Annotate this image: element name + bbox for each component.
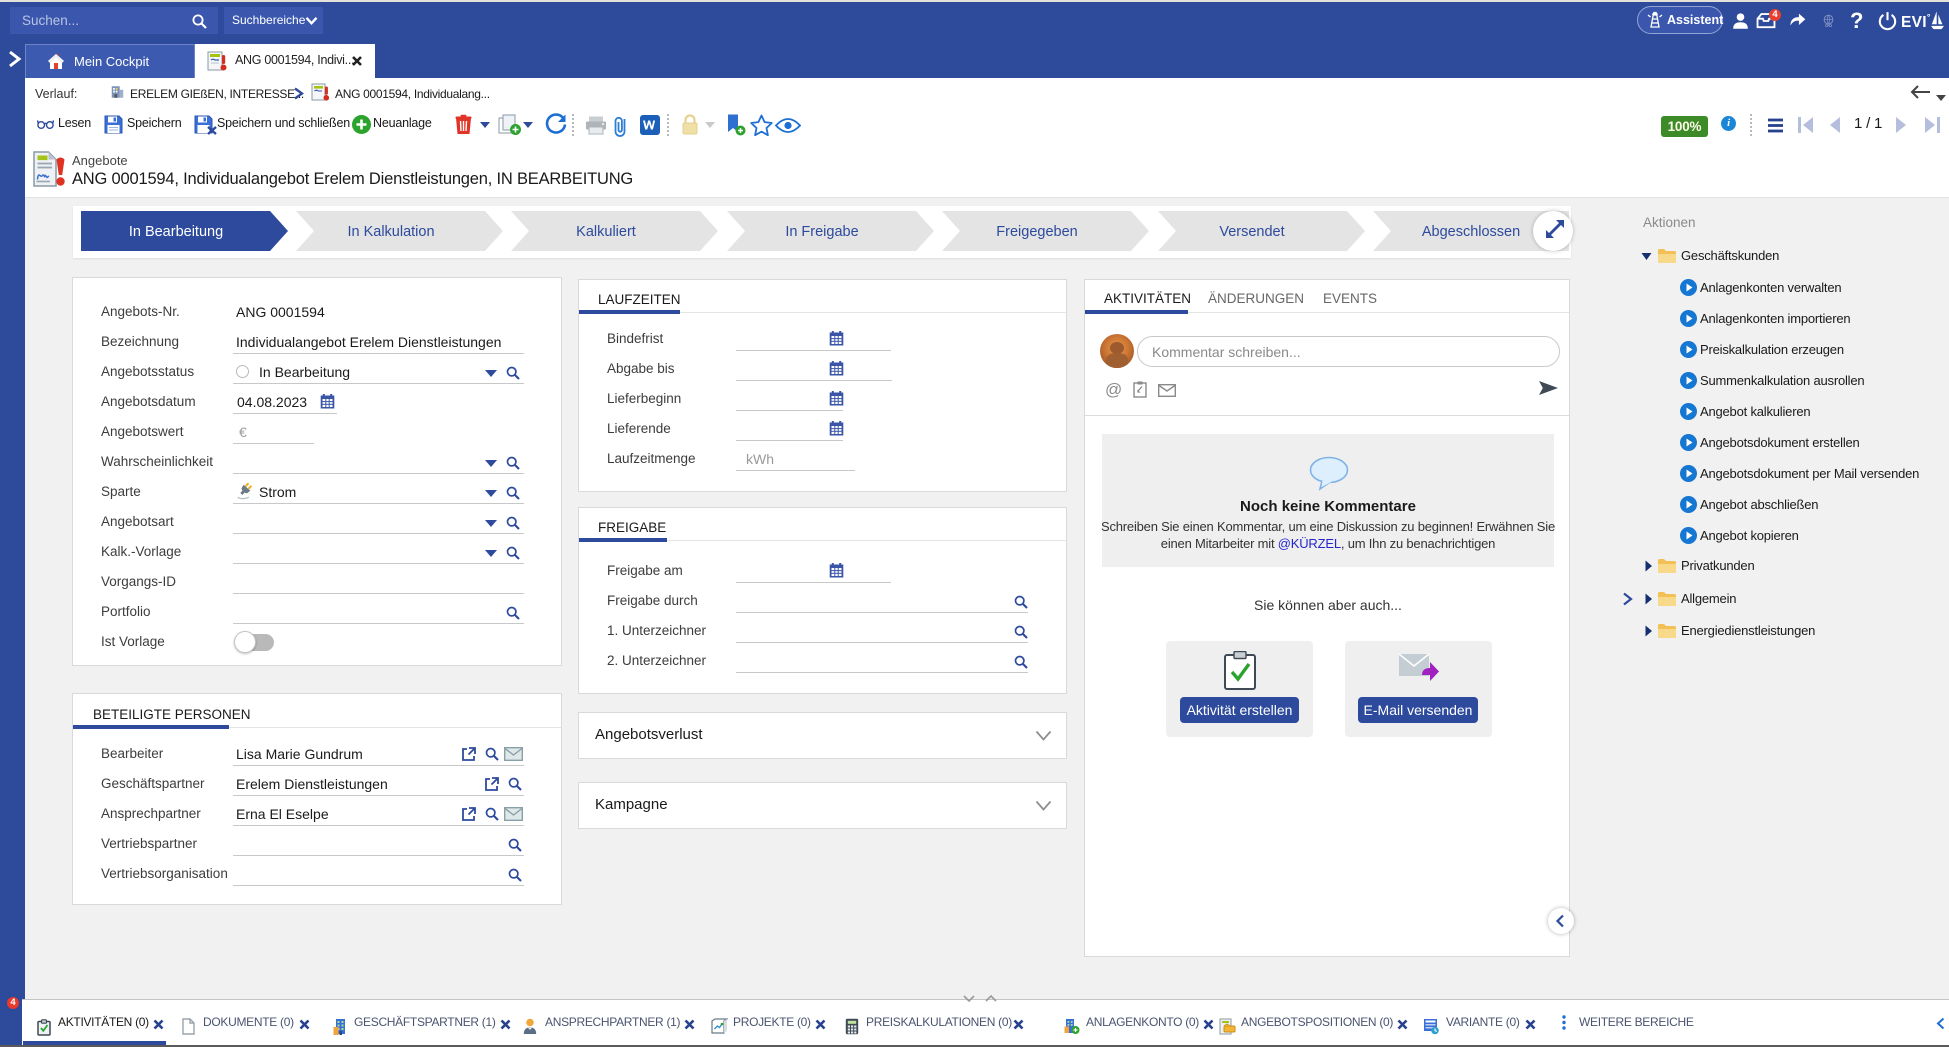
- svg-text:In Kalkulation: In Kalkulation: [347, 224, 434, 240]
- svg-text:In Bearbeitung: In Bearbeitung: [129, 224, 223, 240]
- svg-text:Versendet: Versendet: [1219, 224, 1284, 240]
- svg-text:Abgeschlossen: Abgeschlossen: [1422, 224, 1520, 240]
- svg-text:Freigegeben: Freigegeben: [996, 224, 1077, 240]
- svg-text:Kalkuliert: Kalkuliert: [576, 224, 636, 240]
- svg-text:In Freigabe: In Freigabe: [785, 224, 858, 240]
